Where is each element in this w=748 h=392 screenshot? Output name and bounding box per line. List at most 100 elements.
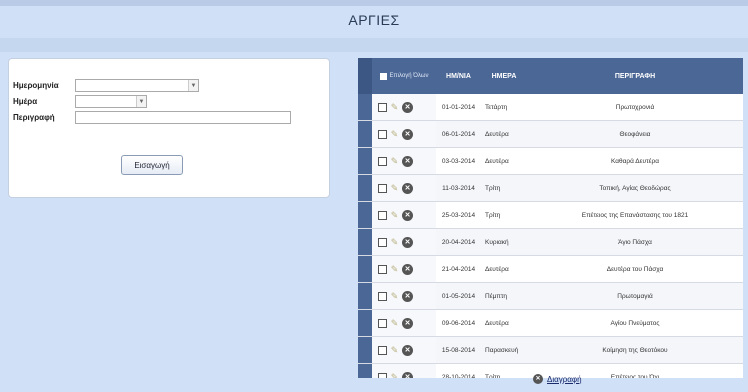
- edit-icon[interactable]: ✎: [390, 291, 399, 302]
- day-combo[interactable]: ▼: [75, 95, 147, 108]
- day-label: Ημέρα: [13, 97, 38, 106]
- cell-date: 20-04-2014: [441, 238, 476, 246]
- description-label: Περιγραφή: [13, 113, 55, 122]
- holiday-form-panel: Ημερομηνία ▼ Ημέρα ▼ Περιγραφή Εισαγωγή: [8, 58, 330, 198]
- table-row[interactable]: ✎ ✕ 20-04-2014 Κυριακή Άγιο Πάσχα: [358, 229, 743, 256]
- row-gutter: [358, 175, 372, 201]
- table-row[interactable]: ✎ ✕ 06-01-2014 Δευτέρα Θεοφάνεια: [358, 121, 743, 148]
- row-actions: ✎ ✕: [372, 283, 436, 309]
- table-row[interactable]: ✎ ✕ 01-01-2014 Τετάρτη Πρωτοχρονιά: [358, 94, 743, 121]
- edit-icon[interactable]: ✎: [390, 183, 399, 194]
- page-title: ΑΡΓΙΕΣ: [348, 12, 400, 28]
- date-combo[interactable]: ▼: [75, 79, 199, 92]
- cell-date: 28-10-2014: [441, 373, 476, 379]
- table-row[interactable]: ✎ ✕ 09-06-2014 Δευτέρα Αγίου Πνεύματος: [358, 310, 743, 337]
- cell-description: Πρωτομαγιά: [617, 292, 653, 300]
- header-gutter: [358, 58, 372, 94]
- cell-day: Δευτέρα: [485, 157, 509, 165]
- cell-day: Δευτέρα: [485, 319, 509, 327]
- delete-icon[interactable]: ✕: [402, 290, 413, 302]
- delete-icon[interactable]: ✕: [402, 155, 413, 167]
- description-input[interactable]: [75, 111, 291, 124]
- chevron-down-icon[interactable]: ▼: [188, 80, 198, 91]
- row-actions: ✎ ✕: [372, 121, 436, 147]
- delete-link[interactable]: ✕ Διαγραφή: [533, 374, 582, 384]
- row-checkbox[interactable]: [378, 129, 387, 139]
- table-row[interactable]: ✎ ✕ 03-03-2014 Δευτέρα Καθαρά Δευτέρα: [358, 148, 743, 175]
- table-row[interactable]: ✎ ✕ 01-05-2014 Πέμπτη Πρωτομαγιά: [358, 283, 743, 310]
- cell-date: 09-06-2014: [441, 319, 476, 327]
- delete-icon[interactable]: ✕: [402, 128, 413, 140]
- edit-icon[interactable]: ✎: [390, 156, 399, 167]
- delete-icon: ✕: [533, 374, 543, 384]
- cell-date: 03-03-2014: [441, 157, 476, 165]
- edit-icon[interactable]: ✎: [390, 102, 399, 113]
- date-label: Ημερομηνία: [13, 81, 59, 90]
- delete-icon[interactable]: ✕: [402, 263, 413, 275]
- cell-description: Κοίμηση της Θεοτόκου: [602, 346, 668, 354]
- table-row[interactable]: ✎ ✕ 25-03-2014 Τρίτη Επέτειος της Επανάσταση…: [358, 202, 743, 229]
- cell-description: Αγίου Πνεύματος: [610, 319, 660, 327]
- delete-icon[interactable]: ✕: [402, 182, 413, 194]
- edit-icon[interactable]: ✎: [390, 372, 399, 379]
- select-all-header[interactable]: Επιλογή Όλων: [372, 58, 436, 94]
- column-header-description[interactable]: ΠΕΡΙΓΡΑΦΗ: [527, 58, 743, 94]
- row-checkbox[interactable]: [378, 318, 387, 328]
- row-checkbox[interactable]: [378, 372, 387, 378]
- cell-day: Τρίτη: [485, 184, 501, 192]
- delete-icon[interactable]: ✕: [402, 101, 413, 113]
- description-row: Περιγραφή: [13, 111, 291, 124]
- row-checkbox[interactable]: [378, 291, 387, 301]
- edit-icon[interactable]: ✎: [390, 237, 399, 248]
- select-all-checkbox[interactable]: [379, 72, 387, 80]
- cell-description: Δευτέρα του Πάσχα: [606, 265, 664, 273]
- cell-day: Τετάρτη: [485, 103, 508, 111]
- top-strip: [0, 0, 748, 6]
- row-actions: ✎ ✕: [372, 229, 436, 255]
- table-row[interactable]: ✎ ✕ 15-08-2014 Παρασκευή Κοίμηση της Θεοτόκο…: [358, 337, 743, 364]
- edit-icon[interactable]: ✎: [390, 210, 399, 221]
- row-checkbox[interactable]: [378, 102, 387, 112]
- cell-day: Τρίτη: [485, 211, 501, 219]
- delete-icon[interactable]: ✕: [402, 236, 413, 248]
- row-actions: ✎ ✕: [372, 202, 436, 228]
- edit-icon[interactable]: ✎: [390, 264, 399, 275]
- table-row[interactable]: ✎ ✕ 11-03-2014 Τρίτη Τοπική, Αγίας Θεοδώρας: [358, 175, 743, 202]
- delete-icon[interactable]: ✕: [402, 371, 413, 378]
- date-value: [76, 80, 188, 91]
- cell-date: 11-03-2014: [442, 184, 475, 192]
- chevron-down-icon[interactable]: ▼: [136, 96, 146, 107]
- delete-link-label[interactable]: Διαγραφή: [547, 375, 582, 384]
- row-gutter: [358, 283, 372, 309]
- row-gutter: [358, 256, 372, 282]
- row-gutter: [358, 337, 372, 363]
- row-actions: ✎ ✕: [372, 94, 436, 120]
- insert-button[interactable]: Εισαγωγή: [121, 155, 183, 175]
- day-row: Ημέρα ▼: [13, 95, 147, 108]
- column-header-day[interactable]: ΗΜΕΡΑ: [481, 58, 527, 94]
- row-checkbox[interactable]: [378, 345, 387, 355]
- cell-day: Τρίτη: [485, 373, 501, 379]
- row-checkbox[interactable]: [378, 210, 387, 220]
- row-gutter: [358, 229, 372, 255]
- cell-description: Θεοφάνεια: [619, 130, 651, 138]
- edit-icon[interactable]: ✎: [390, 129, 399, 140]
- table-header: Επιλογή Όλων ΗΜ/ΝΙΑ ΗΜΕΡΑ ΠΕΡΙΓΡΑΦΗ: [358, 58, 743, 94]
- edit-icon[interactable]: ✎: [390, 318, 399, 329]
- edit-icon[interactable]: ✎: [390, 345, 399, 356]
- table-row[interactable]: ✎ ✕ 21-04-2014 Δευτέρα Δευτέρα του Πάσχα: [358, 256, 743, 283]
- delete-icon[interactable]: ✕: [402, 209, 413, 221]
- row-actions: ✎ ✕: [372, 310, 436, 336]
- row-gutter: [358, 202, 372, 228]
- day-value: [76, 96, 136, 107]
- row-checkbox[interactable]: [378, 264, 387, 274]
- cell-date: 15-08-2014: [441, 346, 476, 354]
- row-checkbox[interactable]: [378, 237, 387, 247]
- row-checkbox[interactable]: [378, 156, 387, 166]
- delete-icon[interactable]: ✕: [402, 344, 413, 356]
- delete-icon[interactable]: ✕: [402, 317, 413, 329]
- row-checkbox[interactable]: [378, 183, 387, 193]
- column-header-date[interactable]: ΗΜ/ΝΙΑ: [436, 58, 481, 94]
- holidays-table: Επιλογή Όλων ΗΜ/ΝΙΑ ΗΜΕΡΑ ΠΕΡΙΓΡΑΦΗ ✎ ✕ 01…: [358, 58, 743, 378]
- row-gutter: [358, 364, 372, 378]
